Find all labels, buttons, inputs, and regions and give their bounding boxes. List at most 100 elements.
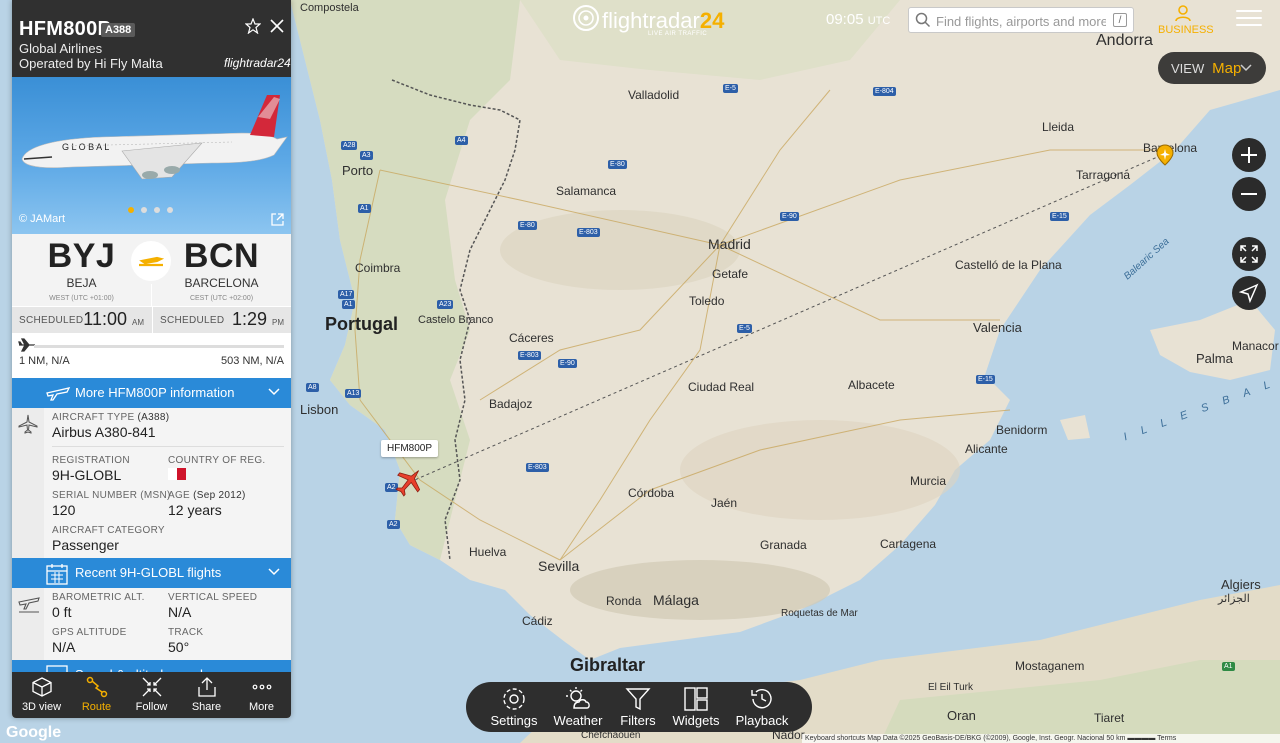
destination-city: BARCELONA [184, 276, 259, 290]
share-button[interactable]: Share [179, 676, 234, 713]
photo-dot-2[interactable] [141, 207, 147, 213]
chevron-down-icon [268, 388, 280, 396]
aircraft-icon[interactable] [394, 466, 424, 503]
more-icon [252, 684, 271, 690]
search-box[interactable]: / [908, 7, 1134, 33]
brand-tagline: LIVE AIR TRAFFIC [648, 31, 708, 37]
photo-dot-3[interactable] [154, 207, 160, 213]
expand-icon [1240, 245, 1258, 263]
view-value: Map [1212, 60, 1242, 77]
favorite-star-icon[interactable] [244, 17, 262, 39]
route-icon [86, 676, 107, 698]
aircraft-photo-image: G L O B A L [21, 95, 288, 180]
widgets-button[interactable]: Widgets [666, 686, 726, 728]
registration-field: REGISTRATION 9H-GLOBL [52, 455, 130, 483]
filter-icon [625, 688, 651, 711]
malta-flag-icon [168, 468, 186, 480]
track-field: TRACK 50° [168, 627, 204, 655]
location-arrow-icon [1239, 283, 1259, 303]
playback-icon [751, 689, 772, 709]
aircraft-icon-small [18, 414, 38, 434]
external-link-icon[interactable] [270, 212, 285, 232]
recent-flights-label: Recent 9H-GLOBL flights [75, 565, 222, 580]
aircraft-type-badge: A388 [101, 23, 136, 37]
business-button[interactable]: BUSINESS [1158, 4, 1214, 36]
more-info-section[interactable]: More HFM800P information [12, 378, 291, 408]
chevron-down-icon [1240, 64, 1252, 72]
search-shortcut-hint: / [1113, 13, 1127, 27]
arrival-time: SCHEDULED 1:29 PM [152, 307, 291, 333]
3d-view-button[interactable]: 3D view [14, 676, 69, 713]
aircraft-type-field: AIRCRAFT TYPE (A388) Airbus A380-841 [52, 412, 170, 440]
altitude-icon [18, 597, 40, 613]
panel-bottom-nav: 3D view Route Follow Share More [12, 672, 291, 718]
calendar-icon [46, 564, 68, 585]
more-info-label: More HFM800P information [75, 385, 235, 400]
gps-altitude-field: GPS ALTITUDE N/A [52, 627, 127, 655]
view-label: VIEW [1171, 61, 1205, 76]
serial-field: SERIAL NUMBER (MSN) 120 [52, 490, 171, 518]
barometric-alt-field: BAROMETRIC ALT. 0 ft [52, 592, 145, 620]
destination-timezone: CEST (UTC +02:00) [189, 295, 254, 302]
flight-callsign: HFM800P [19, 18, 112, 40]
share-icon [197, 677, 216, 697]
search-input[interactable] [936, 12, 1106, 30]
country-field: COUNTRY OF REG. [168, 455, 265, 483]
progress-bar [34, 345, 284, 348]
view-selector[interactable]: VIEW Map [1158, 52, 1266, 84]
recent-flights-section[interactable]: Recent 9H-GLOBL flights [12, 558, 291, 588]
user-icon [1175, 5, 1191, 22]
chevron-down-icon [268, 568, 280, 576]
my-location-button[interactable] [1232, 276, 1266, 310]
widgets-icon [684, 687, 708, 711]
radar-icon [573, 5, 599, 31]
origin-timezone: WEST (UTC +01:00) [49, 295, 114, 302]
search-icon [915, 12, 931, 28]
altitude-details: BAROMETRIC ALT. 0 ft VERTICAL SPEED N/A … [12, 588, 291, 660]
destination-airport[interactable]: BCN BARCELONA CEST (UTC +02:00) [152, 234, 291, 306]
minus-icon [1241, 193, 1257, 195]
departure-status-icon [131, 241, 171, 281]
distance-remaining: 503 NM, N/A [221, 355, 284, 367]
route-summary: BYJ BEJA WEST (UTC +01:00) BCN BARCELONA… [12, 234, 291, 306]
map-attribution[interactable]: Keyboard shortcuts Map Data ©2025 GeoBas… [802, 734, 1280, 743]
flight-callsign-tag[interactable]: HFM800P [381, 440, 439, 457]
photo-dot-4[interactable] [167, 207, 173, 213]
panel-header: HFM800P A388 Global Airlines Operated by… [12, 0, 291, 77]
route-button[interactable]: Route [69, 676, 124, 713]
hamburger-menu-icon[interactable] [1236, 10, 1262, 32]
plane-info-icon [46, 387, 71, 401]
gear-icon [503, 688, 525, 710]
google-logo: Google [6, 724, 62, 741]
more-button[interactable]: More [234, 676, 289, 713]
filters-button[interactable]: Filters [608, 686, 668, 728]
photo-credit: © JAMart [19, 213, 65, 225]
map-toolbar: Settings Weather Filters Widgets Playbac… [466, 682, 812, 732]
plus-icon [1241, 147, 1257, 163]
distance-flown: 1 NM, N/A [19, 355, 70, 367]
utc-clock: 09:05 UTC [826, 11, 891, 28]
photo-livery-text: G L O B A L [62, 142, 109, 152]
cube-icon [31, 677, 52, 697]
zoom-out-button[interactable] [1232, 177, 1266, 211]
operated-by: Operated by Hi Fly Malta [19, 56, 163, 71]
flightradar24-logo[interactable]: flightradar24 LIVE AIR TRAFFIC [572, 4, 724, 38]
departure-time: SCHEDULED 11:00 AM [19, 309, 144, 329]
playback-button[interactable]: Playback [732, 686, 792, 728]
destination-code: BCN [183, 237, 260, 275]
vertical-speed-field: VERTICAL SPEED N/A [168, 592, 258, 620]
photo-dot-1[interactable] [128, 207, 134, 213]
destination-pin-icon[interactable] [1156, 144, 1174, 171]
aircraft-photo[interactable]: G L O B A L [12, 77, 291, 234]
flight-info-panel: HFM800P A388 Global Airlines Operated by… [12, 0, 291, 718]
settings-button[interactable]: Settings [484, 686, 544, 728]
fullscreen-button[interactable] [1232, 237, 1266, 271]
zoom-in-button[interactable] [1232, 138, 1266, 172]
schedule-times: SCHEDULED 11:00 AM SCHEDULED 1:29 PM [12, 307, 291, 333]
close-icon[interactable] [269, 18, 285, 39]
weather-button[interactable]: Weather [548, 686, 608, 728]
follow-button[interactable]: Follow [124, 676, 179, 713]
flight-progress: 1 NM, N/A 503 NM, N/A [12, 334, 291, 378]
follow-icon [142, 677, 161, 697]
age-field: AGE (Sep 2012) 12 years [168, 490, 246, 518]
